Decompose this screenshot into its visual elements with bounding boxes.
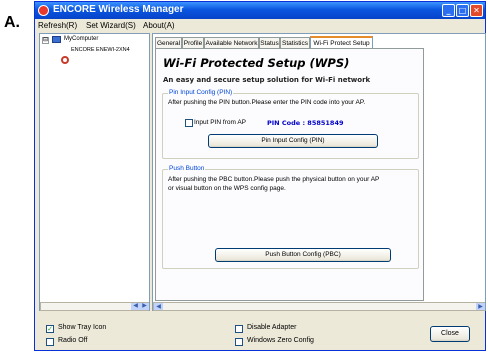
tab-general[interactable]: General <box>155 37 182 48</box>
radio-off-label: Radio Off <box>58 337 88 344</box>
tree-label-adapter: ENCORE ENEWI-2XN4 <box>71 47 130 53</box>
scroll-left-icon[interactable]: ◀ <box>131 303 140 310</box>
menu-refresh[interactable]: Refresh(R) <box>38 21 77 30</box>
menu-bar: Refresh(R) Set Wizard(S) About(A) <box>35 19 485 32</box>
push-button-config-button[interactable]: Push Button Config (PBC) <box>215 248 391 262</box>
show-tray-icon-label: Show Tray Icon <box>58 324 107 331</box>
computer-icon <box>52 36 61 43</box>
window-title: ENCORE Wireless Manager <box>53 4 184 15</box>
radio-off-checkbox[interactable] <box>46 338 54 346</box>
tree-label-mycomputer: MyComputer <box>64 36 99 42</box>
wps-panel: Wi-Fi Protected Setup (WPS) An easy and … <box>155 48 424 301</box>
minimize-icon[interactable]: _ <box>442 4 455 17</box>
input-pin-from-ap-label: Input PIN from AP <box>194 119 247 126</box>
windows-zero-config-checkbox[interactable] <box>235 338 243 346</box>
close-button[interactable]: Close <box>430 326 470 342</box>
tab-status[interactable]: Status <box>259 37 280 48</box>
wps-subtitle: An easy and secure setup solution for Wi… <box>163 76 371 84</box>
pin-code-label: PIN Code : 85851849 <box>267 119 344 127</box>
main-pane: General Profile Available Network Status… <box>152 33 486 311</box>
pin-instruction: After pushing the PIN button.Please ente… <box>168 99 366 106</box>
pbc-instruction-line2: or visual button on the WPS config page. <box>168 185 286 192</box>
tab-statistics[interactable]: Statistics <box>280 37 310 48</box>
tab-available-network[interactable]: Available Network <box>204 37 259 48</box>
main-horizontal-scrollbar[interactable]: ◀ ▶ <box>153 302 485 311</box>
wps-heading: Wi-Fi Protected Setup (WPS) <box>163 56 350 70</box>
tree-item-adapter[interactable]: ENCORE ENEWI-2XN4 <box>40 44 149 64</box>
pin-group-legend: Pin Input Config (PIN) <box>168 89 234 96</box>
menu-set-wizard[interactable]: Set Wizard(S) <box>86 21 136 30</box>
figure-label: A. <box>4 14 20 31</box>
main-scroll-right-icon[interactable]: ▶ <box>476 303 485 310</box>
collapse-icon[interactable]: ⊟ <box>42 37 49 44</box>
show-tray-icon-checkbox[interactable]: ✓ <box>46 325 54 333</box>
disable-adapter-checkbox[interactable] <box>235 325 243 333</box>
input-pin-from-ap-checkbox[interactable] <box>185 119 193 127</box>
pbc-group-legend: Push Button <box>168 165 206 172</box>
pin-input-config-button[interactable]: Pin Input Config (PIN) <box>208 134 378 148</box>
close-icon[interactable]: ✕ <box>470 4 483 17</box>
wireless-adapter-icon <box>61 56 69 64</box>
maximize-icon[interactable]: □ <box>456 4 469 17</box>
tree-horizontal-scrollbar[interactable]: ◀ ▶ <box>40 302 149 311</box>
windows-zero-config-label: Windows Zero Config <box>247 337 314 344</box>
pin-group: Pin Input Config (PIN) After pushing the… <box>162 89 419 159</box>
pbc-group: Push Button After pushing the PBC button… <box>162 165 419 269</box>
pbc-instruction-line1: After pushing the PBC button.Please push… <box>168 176 380 183</box>
scroll-right-icon[interactable]: ▶ <box>140 303 149 310</box>
app-window: ENCORE Wireless Manager _ □ ✕ Refresh(R)… <box>34 1 486 351</box>
menu-about[interactable]: About(A) <box>143 21 175 30</box>
main-scroll-left-icon[interactable]: ◀ <box>154 303 163 310</box>
adapter-tree: ⊟ MyComputer ENCORE ENEWI-2XN4 ◀ ▶ <box>39 33 150 311</box>
tab-profile[interactable]: Profile <box>182 37 204 48</box>
title-bar[interactable]: ENCORE Wireless Manager _ □ ✕ <box>35 2 485 19</box>
disable-adapter-label: Disable Adapter <box>247 324 297 331</box>
encore-logo-icon <box>38 5 49 16</box>
